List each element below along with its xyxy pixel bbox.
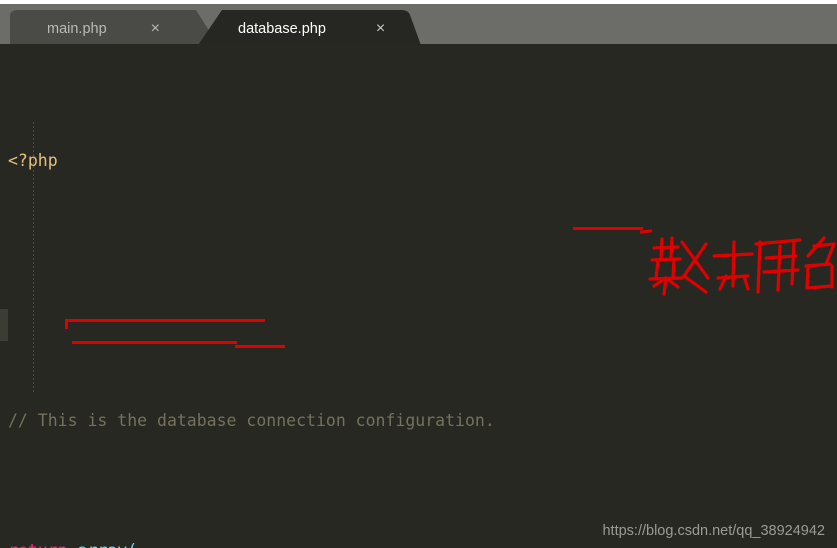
annotation-underline-password-tail bbox=[235, 345, 285, 348]
annotation-handwriting-database-name bbox=[648, 236, 836, 296]
code-editor-pane[interactable]: <?php // This is the database connection… bbox=[0, 44, 837, 548]
annotation-tick-left bbox=[65, 319, 68, 329]
editor-tab-bar: main.php × database.php × bbox=[0, 4, 837, 48]
tab-label: database.php bbox=[238, 21, 326, 37]
annotation-underline-password bbox=[72, 341, 237, 344]
code-line-4: return array( bbox=[8, 538, 783, 548]
comment-config: // This is the database connection confi… bbox=[8, 411, 495, 430]
tab-database-php[interactable]: database.php × bbox=[196, 10, 426, 48]
code-line-1: <?php bbox=[8, 148, 783, 174]
code-editor-window: main.php × database.php × <?php // This … bbox=[0, 0, 837, 548]
php-open-tag: <?php bbox=[8, 151, 58, 170]
tab-label: main.php bbox=[47, 21, 107, 37]
annotation-underline-mydb bbox=[573, 227, 643, 230]
tab-shape bbox=[10, 10, 220, 48]
keyword-return: return bbox=[8, 541, 68, 548]
close-icon[interactable]: × bbox=[376, 21, 385, 37]
function-array: array bbox=[78, 541, 128, 548]
code-line-3: // This is the database connection confi… bbox=[8, 408, 783, 434]
annotation-underline-username bbox=[65, 319, 265, 322]
close-icon[interactable]: × bbox=[151, 21, 160, 37]
gutter-change-marker bbox=[0, 309, 8, 341]
watermark-url: https://blog.csdn.net/qq_38924942 bbox=[602, 523, 825, 539]
tab-main-php[interactable]: main.php × bbox=[10, 10, 220, 48]
paren-open: ( bbox=[127, 541, 137, 548]
